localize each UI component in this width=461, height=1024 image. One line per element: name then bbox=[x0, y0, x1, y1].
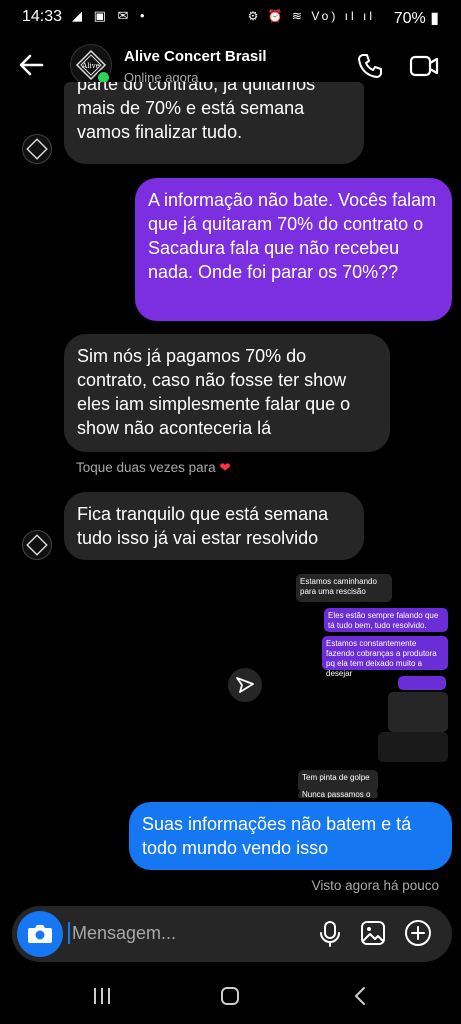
screenshot-thumb-3 bbox=[378, 732, 448, 762]
share-icon bbox=[236, 677, 254, 693]
shared-screenshot-image[interactable]: Estamos caminhando para uma rescisão Ele… bbox=[278, 572, 452, 798]
screenshot-thumb-2 bbox=[388, 692, 448, 732]
alive-logo-icon bbox=[26, 534, 48, 556]
phone-icon[interactable] bbox=[356, 52, 384, 80]
mic-icon[interactable] bbox=[318, 920, 342, 948]
screenshot-message: Tem pinta de golpe bbox=[298, 770, 378, 792]
message-text: Sim nós já pagamos 70% do contrato, caso… bbox=[77, 346, 351, 438]
contact-avatar-small bbox=[22, 530, 52, 560]
share-button[interactable] bbox=[228, 668, 262, 702]
status-bar: 14:33 ◢ ▣ ✉ • ⚙ ⏰ ≋ Vo) ıl ıl 70% ▮ bbox=[0, 0, 461, 34]
screenshot-message: Estamos constantemente fazendo cobranças… bbox=[322, 636, 448, 678]
camera-icon bbox=[28, 925, 52, 943]
video-icon[interactable] bbox=[409, 52, 439, 80]
message-text: parte do contrato, já quitamos mais de 7… bbox=[77, 82, 316, 142]
seen-status: Visto agora há pouco bbox=[311, 878, 439, 893]
svg-text:Alive: Alive bbox=[81, 62, 100, 70]
system-nav-bar bbox=[0, 980, 461, 1024]
screenshot-thumb-1 bbox=[398, 676, 446, 690]
message-composer: Mensagem... bbox=[12, 906, 452, 962]
notification-icons: ◢ ▣ ✉ • bbox=[72, 8, 149, 23]
message-incoming[interactable]: Fica tranquilo que está semana tudo isso… bbox=[64, 492, 364, 560]
screenshot-message: Estamos caminhando para uma rescisão bbox=[296, 574, 392, 602]
gallery-icon[interactable] bbox=[360, 920, 386, 946]
contact-avatar-small bbox=[22, 134, 52, 164]
battery-level: 70% ▮ bbox=[393, 10, 439, 27]
message-outgoing[interactable]: Suas informações não batem e tá todo mun… bbox=[129, 802, 452, 870]
reaction-hint: Toque duas vezes para ❤ bbox=[76, 460, 231, 475]
status-time: 14:33 bbox=[22, 8, 63, 25]
message-text: Fica tranquilo que está semana tudo isso… bbox=[77, 504, 329, 548]
message-input[interactable]: Mensagem... bbox=[68, 922, 176, 944]
message-text: A informação não bate. Vocês falam que j… bbox=[148, 190, 437, 282]
back-nav-icon[interactable] bbox=[352, 986, 368, 1006]
alive-logo-icon bbox=[26, 138, 48, 160]
camera-button[interactable] bbox=[17, 911, 63, 957]
home-icon[interactable] bbox=[220, 986, 240, 1006]
message-incoming[interactable]: parte do contrato, já quitamos mais de 7… bbox=[64, 82, 364, 164]
recent-apps-icon[interactable] bbox=[92, 986, 112, 1006]
screenshot-message: Nunca passamos o tanta bbox=[298, 790, 378, 798]
back-arrow-icon[interactable] bbox=[16, 50, 46, 80]
screenshot-message: Eles estão sempre falando que tá tudo be… bbox=[324, 608, 448, 632]
heart-icon[interactable]: ❤ bbox=[219, 460, 230, 475]
contact-name[interactable]: Alive Concert Brasil bbox=[124, 48, 267, 65]
system-icons: ⚙ ⏰ ≋ Vo) ıl ıl bbox=[247, 9, 375, 23]
plus-icon[interactable] bbox=[404, 919, 432, 947]
message-outgoing[interactable]: A informação não bate. Vocês falam que j… bbox=[135, 178, 452, 321]
message-incoming[interactable]: Sim nós já pagamos 70% do contrato, caso… bbox=[64, 334, 390, 452]
message-text: Suas informações não batem e tá todo mun… bbox=[142, 814, 412, 858]
